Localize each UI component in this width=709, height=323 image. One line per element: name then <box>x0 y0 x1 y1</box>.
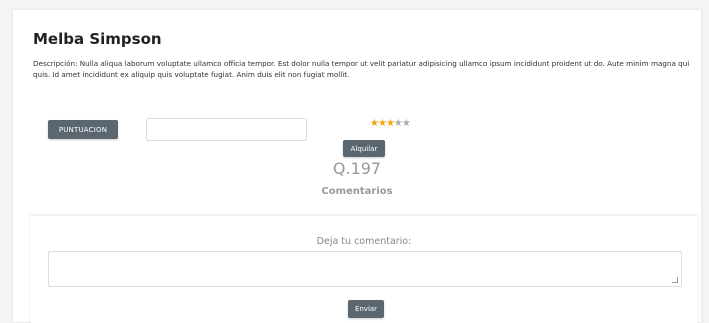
comments-title: Comentarios <box>321 186 393 197</box>
star-4-icon[interactable]: ★ <box>394 118 403 129</box>
resize-handle-icon[interactable] <box>672 277 678 283</box>
profile-name: Melba Simpson <box>33 30 162 48</box>
star-2-icon[interactable]: ★ <box>378 118 387 129</box>
rating-input[interactable] <box>146 118 307 141</box>
rent-button[interactable]: Alquilar <box>343 140 385 157</box>
comment-form: Deja tu comentario: Enviar <box>31 215 697 323</box>
profile-card: Melba Simpson Descripción: Nulla aliqua … <box>13 10 701 323</box>
star-1-icon[interactable]: ★ <box>370 118 379 129</box>
star-5-icon[interactable]: ★ <box>402 118 411 129</box>
price: Q.197 <box>332 159 382 178</box>
send-button[interactable]: Enviar <box>348 300 384 318</box>
profile-description: Descripción: Nulla aliqua laborum volupt… <box>33 59 690 79</box>
comment-heading: Deja tu comentario: <box>316 236 412 247</box>
comment-textarea[interactable] <box>48 251 682 287</box>
star-3-icon[interactable]: ★ <box>386 118 395 129</box>
rating-stars: ★★★★★ <box>370 118 411 129</box>
rating-button[interactable]: PUNTUACION <box>48 120 118 139</box>
